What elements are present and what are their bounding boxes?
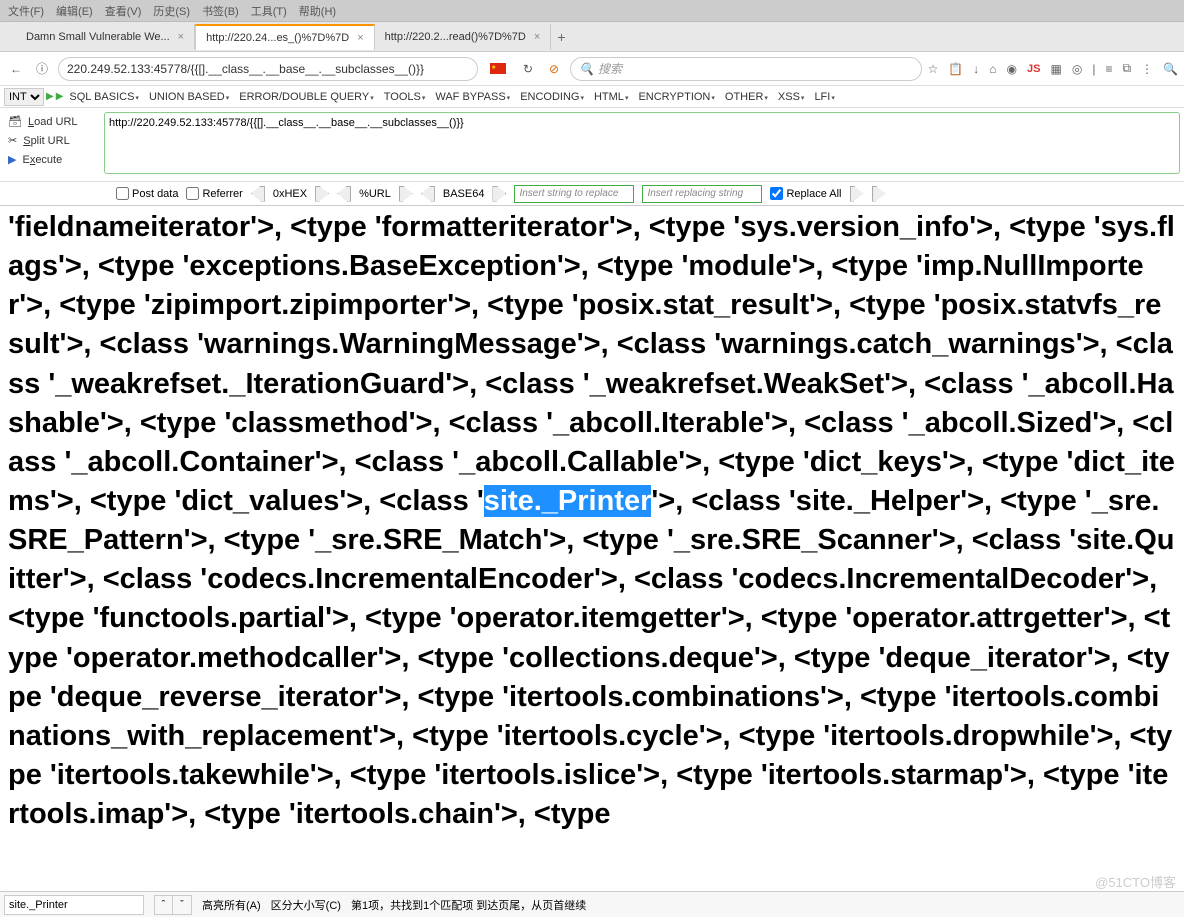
url-left-button[interactable] xyxy=(337,186,351,202)
find-bar: ˆ ˇ 高亮所有(A) 区分大小写(C) 第1项，共找到1个匹配项 到达页尾，从… xyxy=(0,891,1184,917)
url-input[interactable]: 220.249.52.133:45778/{{[].__class__.__ba… xyxy=(58,57,478,81)
tab-0-label: Damn Small Vulnerable We... xyxy=(26,31,170,43)
home-icon[interactable]: ⌂ xyxy=(989,62,996,76)
menu-other[interactable]: OTHER xyxy=(721,91,772,103)
load-url-button[interactable]: 🗃Load URL xyxy=(4,112,96,131)
css-icon[interactable]: ▦ xyxy=(1051,62,1062,76)
replace-go2-button[interactable] xyxy=(872,186,886,202)
menu-html[interactable]: HTML xyxy=(590,91,632,103)
replace-go-button[interactable] xyxy=(850,186,864,202)
replace-from-input[interactable]: Insert string to replace xyxy=(514,185,634,203)
replace-to-input[interactable]: Insert replacing string xyxy=(642,185,762,203)
tab-1[interactable]: http://220.24...es_()%7D%7D × xyxy=(195,24,375,50)
db-icon: 🗃 xyxy=(8,115,22,128)
close-icon[interactable]: × xyxy=(178,31,184,43)
hex-label: 0xHEX xyxy=(273,188,307,200)
tab-1-label: http://220.24...es_()%7D%7D xyxy=(206,32,349,44)
play2-icon[interactable]: ▶ xyxy=(56,91,64,102)
find-prev-button[interactable]: ˆ xyxy=(155,896,173,914)
new-tab-button[interactable]: + xyxy=(557,29,565,45)
scissors-icon: ✂ xyxy=(8,134,17,147)
menu-icon[interactable]: ≡ xyxy=(1105,62,1112,76)
url-right-button[interactable] xyxy=(399,186,413,202)
back-button[interactable]: ← xyxy=(6,59,26,79)
postdata-checkbox[interactable]: Post data xyxy=(116,187,178,200)
menu-view[interactable]: 查看(V) xyxy=(101,1,146,21)
flag-icon xyxy=(490,63,506,74)
close-icon[interactable]: × xyxy=(534,31,540,43)
menu-tools[interactable]: 工具(T) xyxy=(247,1,291,21)
library-icon[interactable]: 📋 xyxy=(948,62,963,76)
info-icon[interactable]: ⓘ xyxy=(32,59,52,79)
window-icon[interactable]: ⧉ xyxy=(1122,61,1131,76)
hackbar-tools: Post data Referrer 0xHEX %URL BASE64 Ins… xyxy=(0,182,1184,206)
url-text: 220.249.52.133:45778/{{[].__class__.__ba… xyxy=(67,62,424,76)
page-content: 'fieldnameiterator'>, <type 'formatterit… xyxy=(0,206,1184,866)
reload-button[interactable]: ↻ xyxy=(518,59,538,79)
search-placeholder: 搜索 xyxy=(598,60,622,77)
highlight-all-button[interactable]: 高亮所有(A) xyxy=(202,897,261,913)
hackbar-menu: INT ▶ ▶ SQL BASICS UNION BASED ERROR/DOU… xyxy=(0,86,1184,108)
split-url-button[interactable]: ✂Split URL xyxy=(4,131,96,150)
run-icon: ▶ xyxy=(8,153,16,166)
menu-help[interactable]: 帮助(H) xyxy=(295,1,340,21)
hex-right-button[interactable] xyxy=(315,186,329,202)
tab-bar: Damn Small Vulnerable We... × http://220.… xyxy=(0,22,1184,52)
menu-xss[interactable]: XSS xyxy=(774,91,809,103)
bookmark-star-icon[interactable]: ☆ xyxy=(928,62,939,76)
execute-button[interactable]: ▶Execute xyxy=(4,150,96,169)
close-icon[interactable]: × xyxy=(357,32,363,44)
play-icon[interactable]: ▶ xyxy=(46,91,54,102)
find-status: 第1项，共找到1个匹配项 到达页尾，从页首继续 xyxy=(351,897,586,913)
menu-encryption[interactable]: ENCRYPTION xyxy=(634,91,718,103)
download-icon[interactable]: ↓ xyxy=(973,62,979,76)
tab-0[interactable]: Damn Small Vulnerable We... × xyxy=(16,24,195,50)
js-toggle-icon[interactable]: JS xyxy=(1027,63,1040,75)
divider-icon: | xyxy=(1092,62,1095,76)
find-icon[interactable]: 🔍 xyxy=(1163,62,1178,76)
watermark: @51CTO博客 xyxy=(1095,872,1176,891)
toolbar-right: ☆ 📋 ↓ ⌂ ◉ JS ▦ ◎ | ≡ ⧉ ⋮ 🔍 xyxy=(928,61,1178,76)
urlenc-label: %URL xyxy=(359,188,391,200)
content-pre: 'fieldnameiterator'>, <type 'formatterit… xyxy=(8,211,1175,517)
find-next-button[interactable]: ˇ xyxy=(173,896,191,914)
b64-left-button[interactable] xyxy=(421,186,435,202)
encoding-select[interactable]: INT xyxy=(4,88,44,106)
more-icon[interactable]: ⋮ xyxy=(1141,62,1153,76)
menu-lfi[interactable]: LFI xyxy=(810,91,838,103)
hackbar-main: 🗃Load URL ✂Split URL ▶Execute http://220… xyxy=(0,108,1184,182)
find-input[interactable] xyxy=(4,895,144,915)
menu-file[interactable]: 文件(F) xyxy=(4,1,48,21)
tab-2[interactable]: http://220.2...read()%7D%7D × xyxy=(375,24,552,50)
search-icon: 🔍 xyxy=(579,62,594,76)
target-icon[interactable]: ◎ xyxy=(1072,62,1082,76)
menu-tools[interactable]: TOOLS xyxy=(380,91,430,103)
b64-right-button[interactable] xyxy=(492,186,506,202)
menu-error-query[interactable]: ERROR/DOUBLE QUERY xyxy=(235,91,378,103)
address-bar: ← ⓘ 220.249.52.133:45778/{{[].__class__.… xyxy=(0,52,1184,86)
search-input[interactable]: 🔍 搜索 xyxy=(570,57,922,81)
menu-waf-bypass[interactable]: WAF BYPASS xyxy=(431,91,514,103)
tab-2-label: http://220.2...read()%7D%7D xyxy=(385,31,526,43)
menu-union-based[interactable]: UNION BASED xyxy=(145,91,233,103)
menu-encoding[interactable]: ENCODING xyxy=(516,91,588,103)
menu-bookmark[interactable]: 书签(B) xyxy=(198,1,243,21)
referrer-checkbox[interactable]: Referrer xyxy=(186,187,242,200)
content-highlight: site._Printer xyxy=(484,485,652,517)
menu-sql-basics[interactable]: SQL BASICS xyxy=(65,91,143,103)
match-case-button[interactable]: 区分大小写(C) xyxy=(271,897,341,913)
hackbar-url-input[interactable]: http://220.249.52.133:45778/{{[].__class… xyxy=(104,112,1180,174)
hackbar-actions: 🗃Load URL ✂Split URL ▶Execute xyxy=(0,108,100,181)
replace-all-checkbox[interactable]: Replace All xyxy=(770,187,841,200)
noscript-icon[interactable]: ⊘ xyxy=(544,59,564,79)
b64-label: BASE64 xyxy=(443,188,485,200)
hex-left-button[interactable] xyxy=(251,186,265,202)
cookie-icon[interactable]: ◉ xyxy=(1007,62,1017,76)
menu-edit[interactable]: 编辑(E) xyxy=(52,1,97,21)
find-nav: ˆ ˇ xyxy=(154,895,192,915)
menu-bar: 文件(F) 编辑(E) 查看(V) 历史(S) 书签(B) 工具(T) 帮助(H… xyxy=(0,0,1184,22)
hackbar-url-wrap: http://220.249.52.133:45778/{{[].__class… xyxy=(100,108,1184,181)
content-post: '>, <class 'site._Helper'>, <type '_sre.… xyxy=(8,485,1175,830)
menu-history[interactable]: 历史(S) xyxy=(149,1,194,21)
